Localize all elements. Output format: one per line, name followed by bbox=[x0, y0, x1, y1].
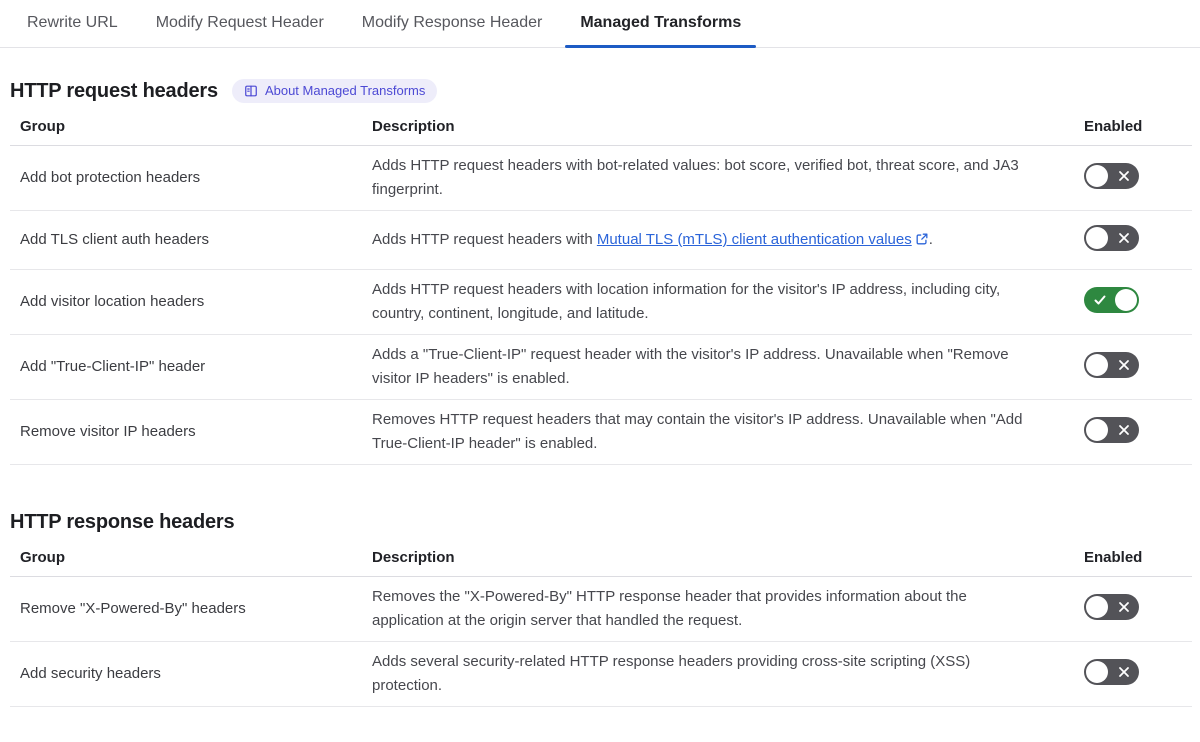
row-add-tls-client-auth-headers: Add TLS client auth headers Adds HTTP re… bbox=[10, 211, 1192, 270]
enabled-cell bbox=[1040, 224, 1192, 256]
tab-rewrite-url[interactable]: Rewrite URL bbox=[12, 0, 133, 47]
enabled-cell bbox=[1040, 162, 1192, 194]
toggle-knob bbox=[1086, 226, 1108, 249]
cross-icon bbox=[1119, 601, 1129, 612]
toggle-add-tls-client-auth-headers[interactable] bbox=[1084, 224, 1139, 251]
tab-modify-response-header[interactable]: Modify Response Header bbox=[347, 0, 558, 47]
group-label: Add "True-Client-IP" header bbox=[20, 358, 206, 375]
toggle-add-true-client-ip-header[interactable] bbox=[1084, 351, 1139, 378]
group-label: Add TLS client auth headers bbox=[20, 231, 210, 248]
request-headers-table: Group Description Enabled Add bot protec… bbox=[10, 116, 1192, 465]
toggle-knob bbox=[1086, 164, 1108, 187]
toggle-knob bbox=[1086, 660, 1108, 683]
response-headers-table: Group Description Enabled Remove "X-Powe… bbox=[10, 547, 1192, 707]
enabled-cell bbox=[1040, 351, 1192, 383]
description-suffix: . bbox=[928, 231, 933, 248]
enabled-cell bbox=[1040, 416, 1192, 448]
toggle-add-bot-protection-headers[interactable] bbox=[1084, 162, 1139, 189]
column-header-description: Description bbox=[372, 549, 455, 566]
cross-icon bbox=[1119, 424, 1129, 435]
toggle-knob bbox=[1115, 288, 1137, 311]
group-label: Add bot protection headers bbox=[20, 169, 201, 186]
book-icon bbox=[245, 85, 257, 97]
toggle-add-visitor-location-headers[interactable] bbox=[1084, 286, 1139, 313]
response-section-header: HTTP response headers bbox=[10, 509, 1192, 535]
tab-modify-request-header[interactable]: Modify Request Header bbox=[141, 0, 339, 47]
group-label: Add visitor location headers bbox=[20, 293, 205, 310]
description-prefix: Adds HTTP request headers with bbox=[372, 231, 597, 248]
description-text: Adds HTTP request headers with bot-relat… bbox=[372, 157, 1019, 198]
row-add-security-headers: Add security headers Adds several securi… bbox=[10, 642, 1192, 707]
column-header-group: Group bbox=[20, 549, 65, 566]
enabled-cell bbox=[1040, 593, 1192, 625]
row-add-bot-protection-headers: Add bot protection headers Adds HTTP req… bbox=[10, 146, 1192, 211]
tab-managed-transforms[interactable]: Managed Transforms bbox=[565, 0, 757, 48]
main-content: HTTP request headers About Managed Trans… bbox=[0, 78, 1200, 707]
column-header-enabled: Enabled bbox=[1084, 118, 1143, 135]
toggle-remove-visitor-ip-headers[interactable] bbox=[1084, 416, 1139, 443]
column-header-group: Group bbox=[20, 118, 65, 135]
tab-bar: Rewrite URL Modify Request Header Modify… bbox=[0, 0, 1200, 48]
group-label: Remove visitor IP headers bbox=[20, 423, 196, 440]
description-text: Adds HTTP request headers with Mutual TL… bbox=[372, 228, 1040, 252]
about-managed-transforms-badge[interactable]: About Managed Transforms bbox=[231, 79, 438, 103]
toggle-add-security-headers[interactable] bbox=[1084, 658, 1139, 685]
external-link-icon bbox=[916, 233, 928, 245]
cross-icon bbox=[1119, 359, 1129, 370]
row-remove-visitor-ip-headers: Remove visitor IP headers Removes HTTP r… bbox=[10, 400, 1192, 465]
row-add-true-client-ip-header: Add "True-Client-IP" header Adds a "True… bbox=[10, 335, 1192, 400]
description-text: Adds a "True-Client-IP" request header w… bbox=[372, 346, 1009, 387]
request-section-title: HTTP request headers bbox=[10, 80, 218, 102]
cross-icon bbox=[1119, 666, 1129, 677]
description-text: Removes HTTP request headers that may co… bbox=[372, 411, 1023, 452]
mtls-values-link[interactable]: Mutual TLS (mTLS) client authentication … bbox=[597, 231, 912, 248]
cross-icon bbox=[1119, 170, 1129, 181]
request-table-header-row: Group Description Enabled bbox=[10, 116, 1192, 146]
toggle-knob bbox=[1086, 595, 1108, 618]
toggle-knob bbox=[1086, 418, 1108, 441]
column-header-description: Description bbox=[372, 118, 455, 135]
group-label: Add security headers bbox=[20, 665, 161, 682]
enabled-cell bbox=[1040, 286, 1192, 318]
enabled-cell bbox=[1040, 658, 1192, 690]
response-table-header-row: Group Description Enabled bbox=[10, 547, 1192, 577]
about-badge-label: About Managed Transforms bbox=[264, 83, 426, 98]
row-remove-x-powered-by-headers: Remove "X-Powered-By" headers Removes th… bbox=[10, 577, 1192, 642]
toggle-knob bbox=[1086, 353, 1108, 376]
column-header-enabled: Enabled bbox=[1084, 549, 1143, 566]
group-label: Remove "X-Powered-By" headers bbox=[20, 600, 246, 617]
row-add-visitor-location-headers: Add visitor location headers Adds HTTP r… bbox=[10, 270, 1192, 335]
description-text: Removes the "X-Powered-By" HTTP response… bbox=[372, 588, 967, 629]
cross-icon bbox=[1119, 232, 1129, 243]
description-text: Adds several security-related HTTP respo… bbox=[372, 653, 971, 694]
request-section-header: HTTP request headers About Managed Trans… bbox=[10, 78, 1192, 104]
description-text: Adds HTTP request headers with location … bbox=[372, 281, 1001, 322]
toggle-remove-x-powered-by-headers[interactable] bbox=[1084, 593, 1139, 620]
check-icon bbox=[1094, 295, 1106, 304]
response-section-title: HTTP response headers bbox=[10, 511, 235, 533]
